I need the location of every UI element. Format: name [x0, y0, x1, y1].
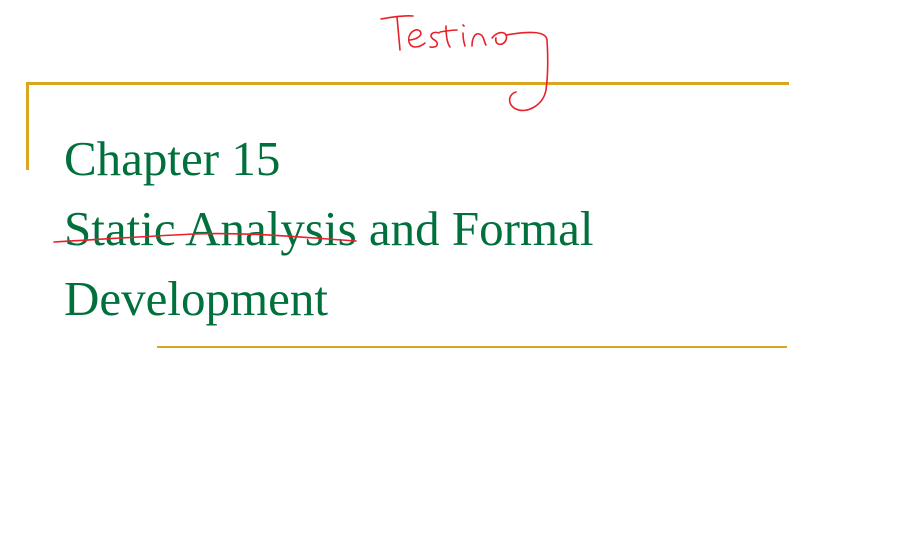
slide: Chapter 15 Static Analysis and Formal De… [0, 0, 900, 541]
bottom-rule [157, 346, 787, 348]
title-line-topic-cont: Development [64, 271, 328, 326]
title-line-chapter: Chapter 15 [64, 131, 281, 186]
handwritten-testing-annotation [380, 14, 549, 112]
left-rule [26, 82, 29, 170]
title-line-topic: Static Analysis and Formal [64, 201, 594, 256]
slide-title: Chapter 15 Static Analysis and Formal De… [64, 124, 593, 334]
top-rule [26, 82, 789, 85]
